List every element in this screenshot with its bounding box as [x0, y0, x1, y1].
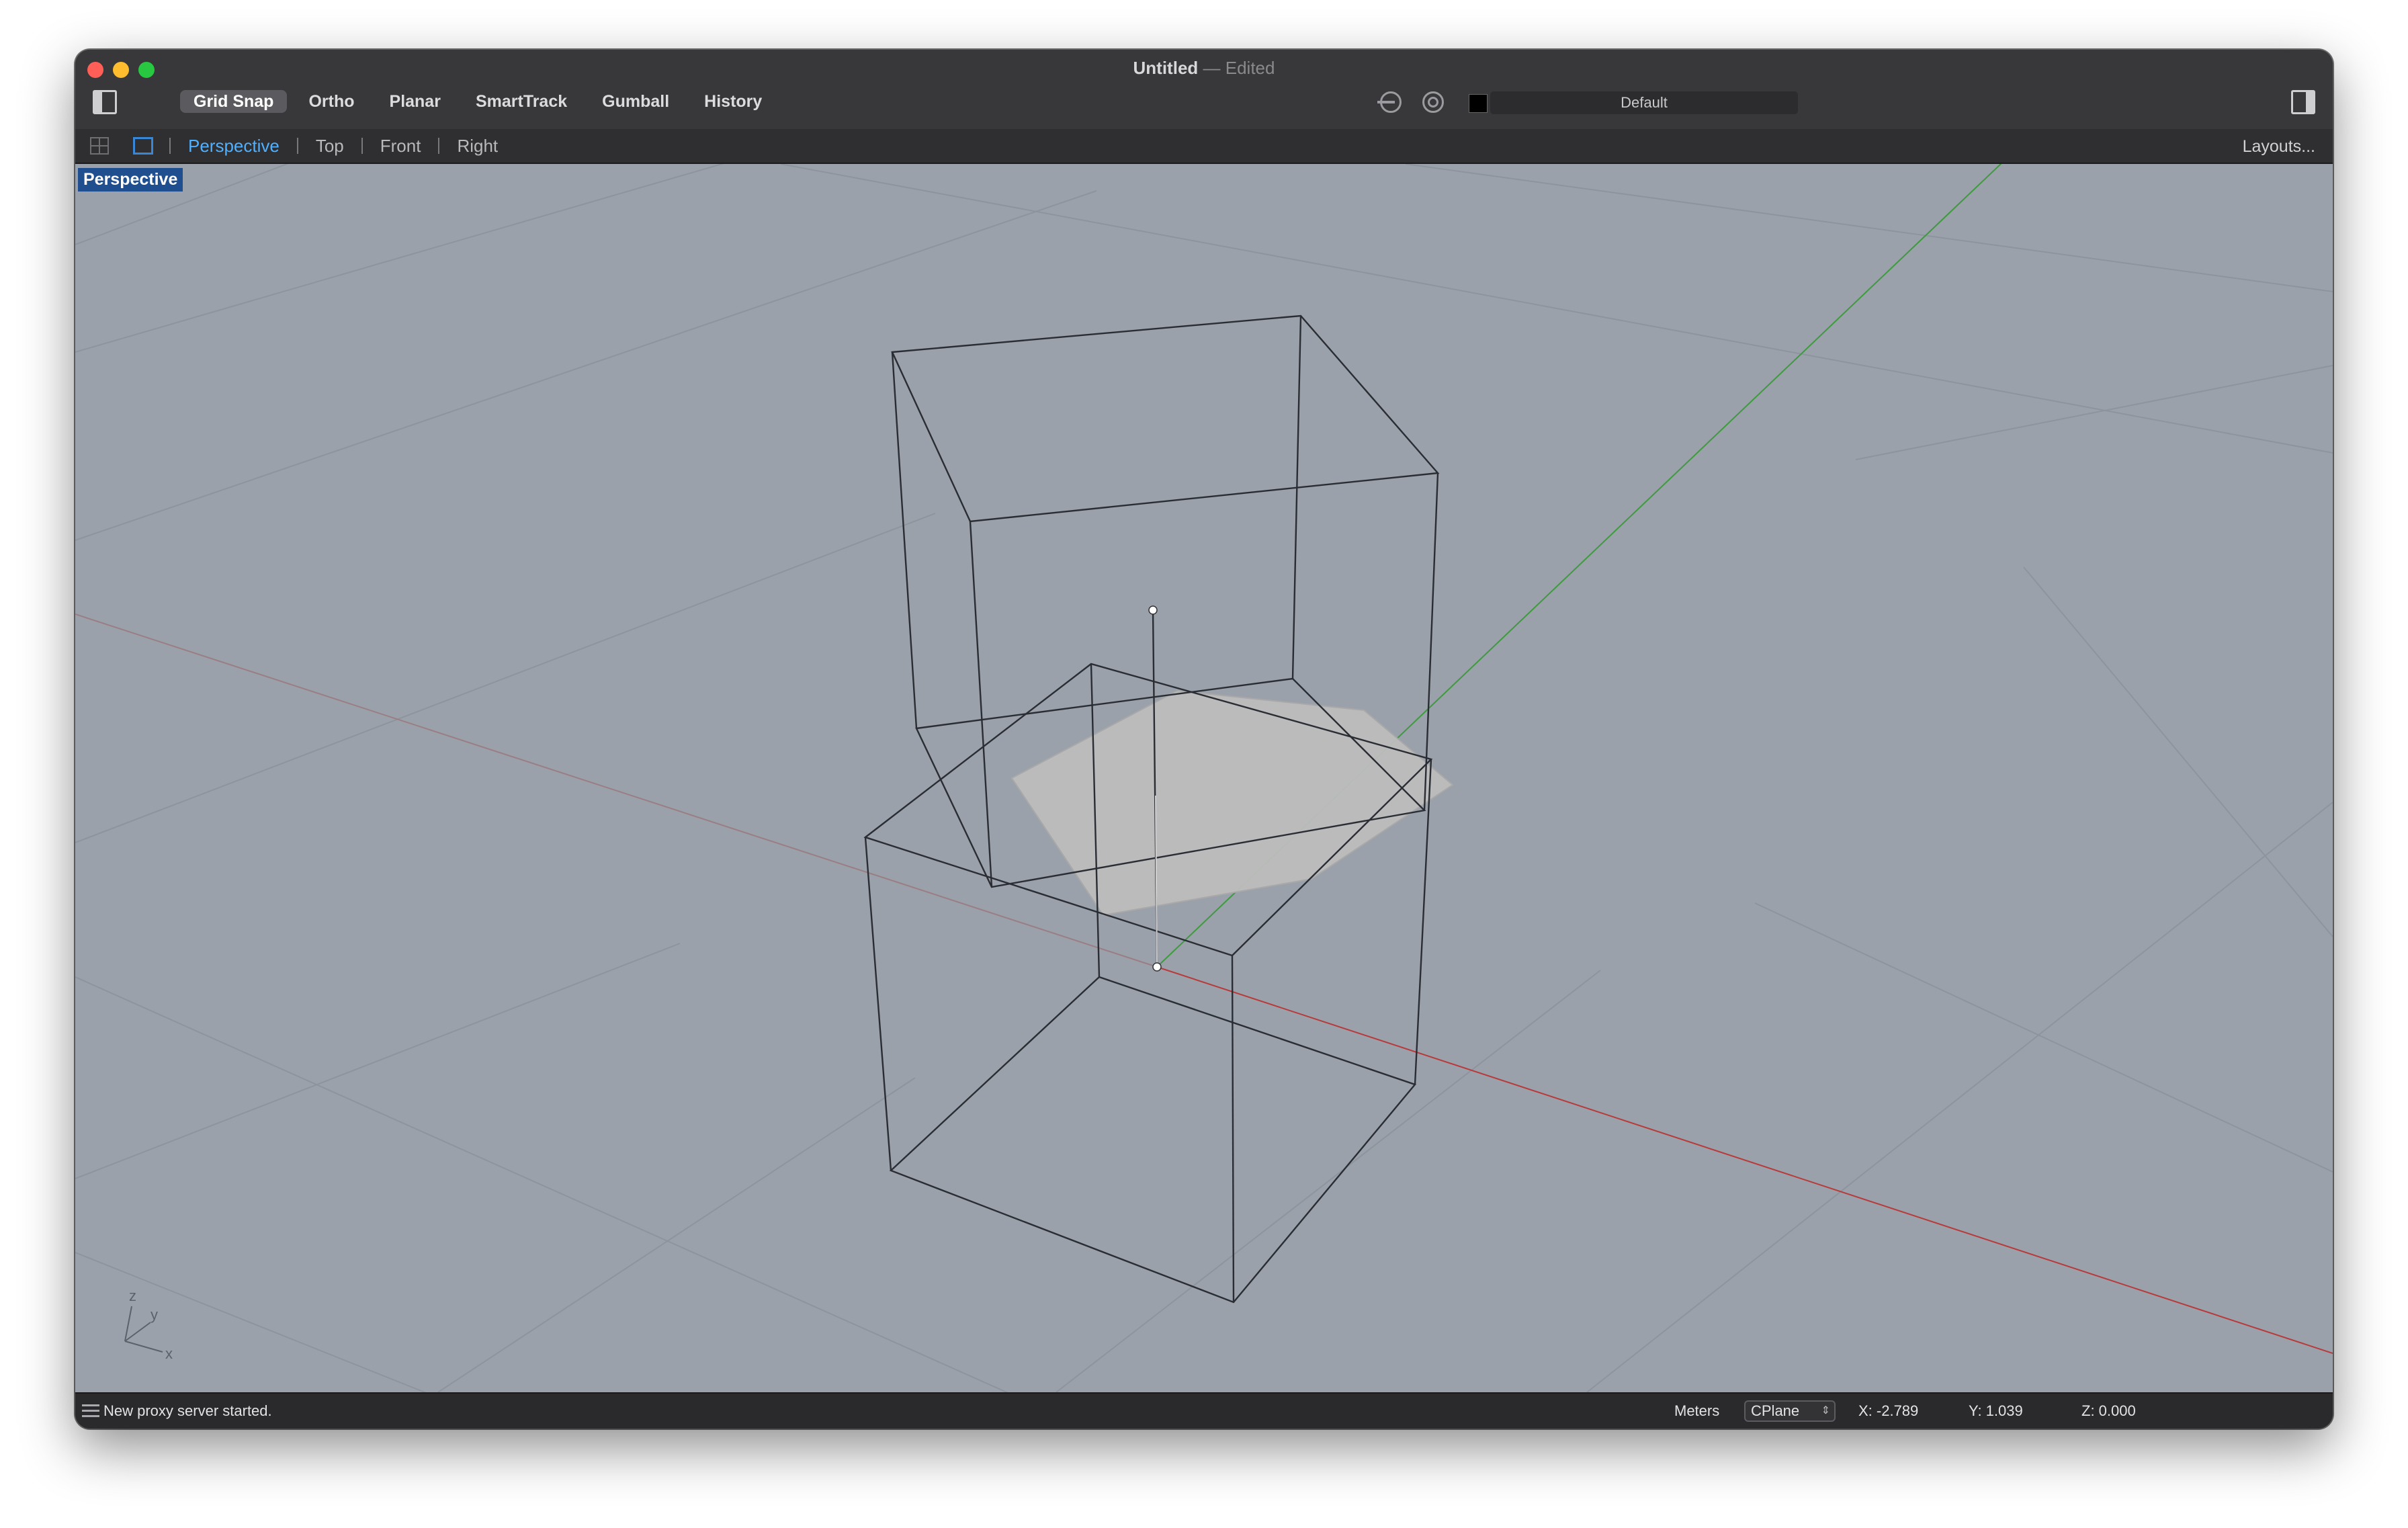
history-toggle[interactable]: History	[691, 90, 775, 113]
tab-front[interactable]: Front	[363, 136, 439, 157]
document-status: Edited	[1225, 58, 1275, 78]
command-prompt-message: New proxy server started.	[103, 1402, 272, 1419]
viewport-canvas[interactable]: z y x	[75, 164, 2333, 1392]
layer-color-swatch[interactable]	[1469, 94, 1488, 113]
layouts-button[interactable]: Layouts...	[2243, 137, 2315, 157]
y-coordinate: Y: 1.039	[1969, 1402, 2023, 1419]
left-sidebar-toggle-icon[interactable]	[93, 90, 117, 114]
z-coordinate: Z: 0.000	[2081, 1402, 2136, 1419]
command-history-icon[interactable]	[82, 1404, 99, 1418]
modeling-aids: Grid Snap Ortho Planar SmartTrack Gumbal…	[180, 90, 775, 114]
tab-perspective[interactable]: Perspective	[171, 136, 297, 157]
osnap-icon[interactable]	[1377, 91, 1402, 113]
viewport-tabs: Perspective Top Front Right	[169, 129, 515, 163]
current-layer-field[interactable]: Default	[1490, 91, 1798, 114]
smarttrack-toggle[interactable]: SmartTrack	[462, 90, 580, 113]
right-sidebar-toggle-icon[interactable]	[2291, 90, 2315, 114]
line-endpoint-bottom	[1152, 962, 1162, 972]
tab-top[interactable]: Top	[298, 136, 361, 157]
planar-toggle[interactable]: Planar	[376, 90, 454, 113]
record-history-icon[interactable]	[1422, 91, 1444, 113]
ortho-toggle[interactable]: Ortho	[295, 90, 368, 113]
axis-label-x: x	[165, 1345, 173, 1362]
window-title: Untitled — Edited	[75, 58, 2333, 79]
cplane-value: CPlane	[1751, 1402, 1800, 1419]
perspective-viewport[interactable]: z y x Perspective	[75, 164, 2333, 1392]
axis-label-z: z	[129, 1287, 136, 1304]
title-separator: —	[1203, 58, 1221, 78]
cplane-select[interactable]: CPlane ⇕	[1744, 1400, 1836, 1422]
viewport-title-label[interactable]: Perspective	[78, 168, 183, 192]
units-label[interactable]: Meters	[1674, 1402, 1719, 1420]
viewport-tab-bar: Perspective Top Front Right Layouts...	[75, 129, 2333, 164]
gumball-toggle[interactable]: Gumball	[589, 90, 683, 113]
updown-chevron-icon: ⇕	[1821, 1405, 1830, 1416]
tab-right[interactable]: Right	[439, 136, 515, 157]
document-title: Untitled	[1133, 58, 1199, 78]
x-coordinate: X: -2.789	[1858, 1402, 1919, 1419]
axis-label-y: y	[150, 1306, 158, 1323]
x-axis-line	[1156, 966, 2333, 1354]
line-endpoint-top	[1148, 605, 1158, 615]
four-viewports-icon[interactable]	[90, 137, 109, 155]
status-bar: New proxy server started. Meters CPlane …	[75, 1392, 2333, 1429]
single-viewport-icon[interactable]	[133, 137, 153, 155]
grid-snap-toggle[interactable]: Grid Snap	[180, 90, 288, 113]
title-bar: Untitled — Edited Grid Snap Ortho Planar…	[75, 50, 2333, 130]
rhino-window: Untitled — Edited Grid Snap Ortho Planar…	[75, 50, 2333, 1429]
